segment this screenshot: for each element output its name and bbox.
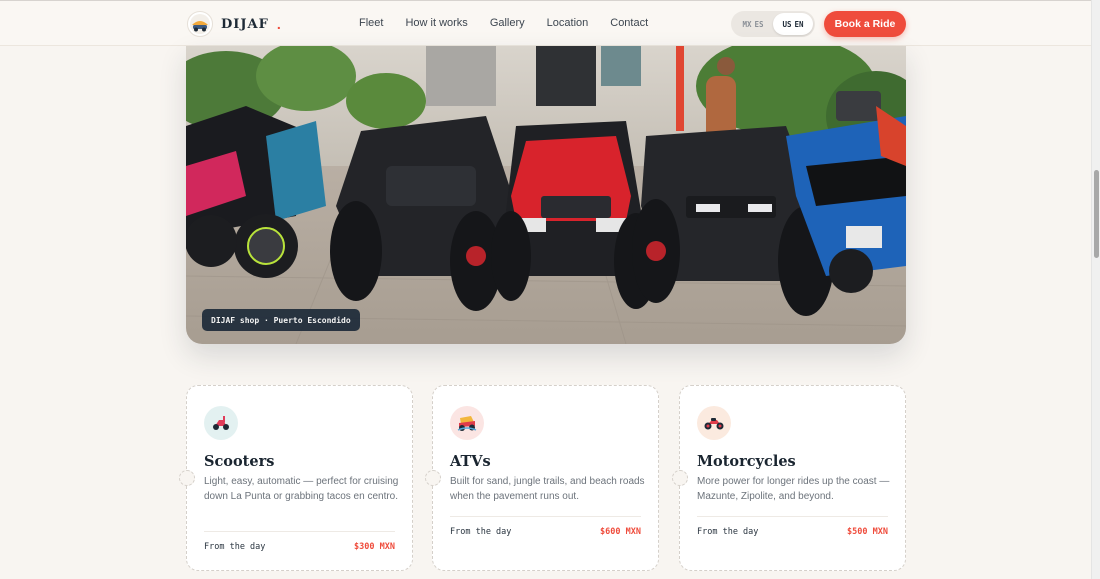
price-value: $600 MXN xyxy=(600,527,641,537)
card-description: Light, easy, automatic — perfect for cru… xyxy=(204,476,399,502)
card-notch xyxy=(179,470,195,486)
card-title: ATVs xyxy=(450,453,491,470)
atv-icon xyxy=(450,406,484,440)
hero-photo: DIJAF shop · Puerto Escondido xyxy=(186,46,906,344)
motorcycle-icon xyxy=(697,406,731,440)
book-ride-button[interactable]: Book a Ride xyxy=(824,11,906,37)
language-toggle: MX ES US EN xyxy=(731,11,815,37)
scrollbar-thumb[interactable] xyxy=(1094,170,1099,258)
lang-option-es[interactable]: MX ES xyxy=(733,13,773,35)
brand-name: DIJAF xyxy=(221,16,269,32)
card-title: Motorcycles xyxy=(697,453,796,470)
scooter-icon xyxy=(204,406,238,440)
brand-logo-icon xyxy=(187,11,213,37)
card-description: Built for sand, jungle trails, and beach… xyxy=(450,476,645,502)
brand-dot: . xyxy=(276,16,281,32)
us-flag-label: US xyxy=(782,19,792,29)
card-title: Scooters xyxy=(204,453,275,470)
nav-link-location[interactable]: Location xyxy=(547,17,589,29)
nav-link-contact[interactable]: Contact xyxy=(610,17,648,29)
nav-link-how-it-works[interactable]: How it works xyxy=(405,17,467,29)
lang-code-es: ES xyxy=(754,19,764,29)
mx-flag-label: MX xyxy=(742,19,752,29)
page-scrollbar[interactable] xyxy=(1091,0,1100,579)
card-divider xyxy=(204,531,395,532)
price-label: From the day xyxy=(450,527,512,537)
lang-option-en[interactable]: US EN xyxy=(773,13,813,35)
price-label: From the day xyxy=(204,542,266,552)
top-navbar: DIJAF . Fleet How it works Gallery Locat… xyxy=(0,0,1091,46)
price-value: $500 MXN xyxy=(847,527,888,537)
brand[interactable]: DIJAF . xyxy=(187,10,281,38)
nav-link-gallery[interactable]: Gallery xyxy=(490,17,525,29)
main-nav: Fleet How it works Gallery Location Cont… xyxy=(359,17,648,29)
card-notch xyxy=(672,470,688,486)
card-divider xyxy=(450,516,641,517)
price-value: $300 MXN xyxy=(354,542,395,552)
hero-caption: DIJAF shop · Puerto Escondido xyxy=(202,309,360,331)
nav-link-fleet[interactable]: Fleet xyxy=(359,17,383,29)
fleet-card-scooters[interactable]: Scooters Light, easy, automatic — perfec… xyxy=(179,385,413,571)
lang-code-en: EN xyxy=(794,19,804,29)
card-price-row: From the day $600 MXN xyxy=(450,527,641,537)
card-price-row: From the day $300 MXN xyxy=(204,542,395,552)
price-label: From the day xyxy=(697,527,759,537)
card-notch xyxy=(425,470,441,486)
card-price-row: From the day $500 MXN xyxy=(697,527,888,537)
card-description: More power for longer rides up the coast… xyxy=(697,476,890,502)
fleet-card-motorcycles[interactable]: Motorcycles More power for longer rides … xyxy=(672,385,906,571)
fleet-card-atvs[interactable]: ATVs Built for sand, jungle trails, and … xyxy=(425,385,659,571)
shop-vehicles-photo xyxy=(186,46,906,344)
card-divider xyxy=(697,516,888,517)
